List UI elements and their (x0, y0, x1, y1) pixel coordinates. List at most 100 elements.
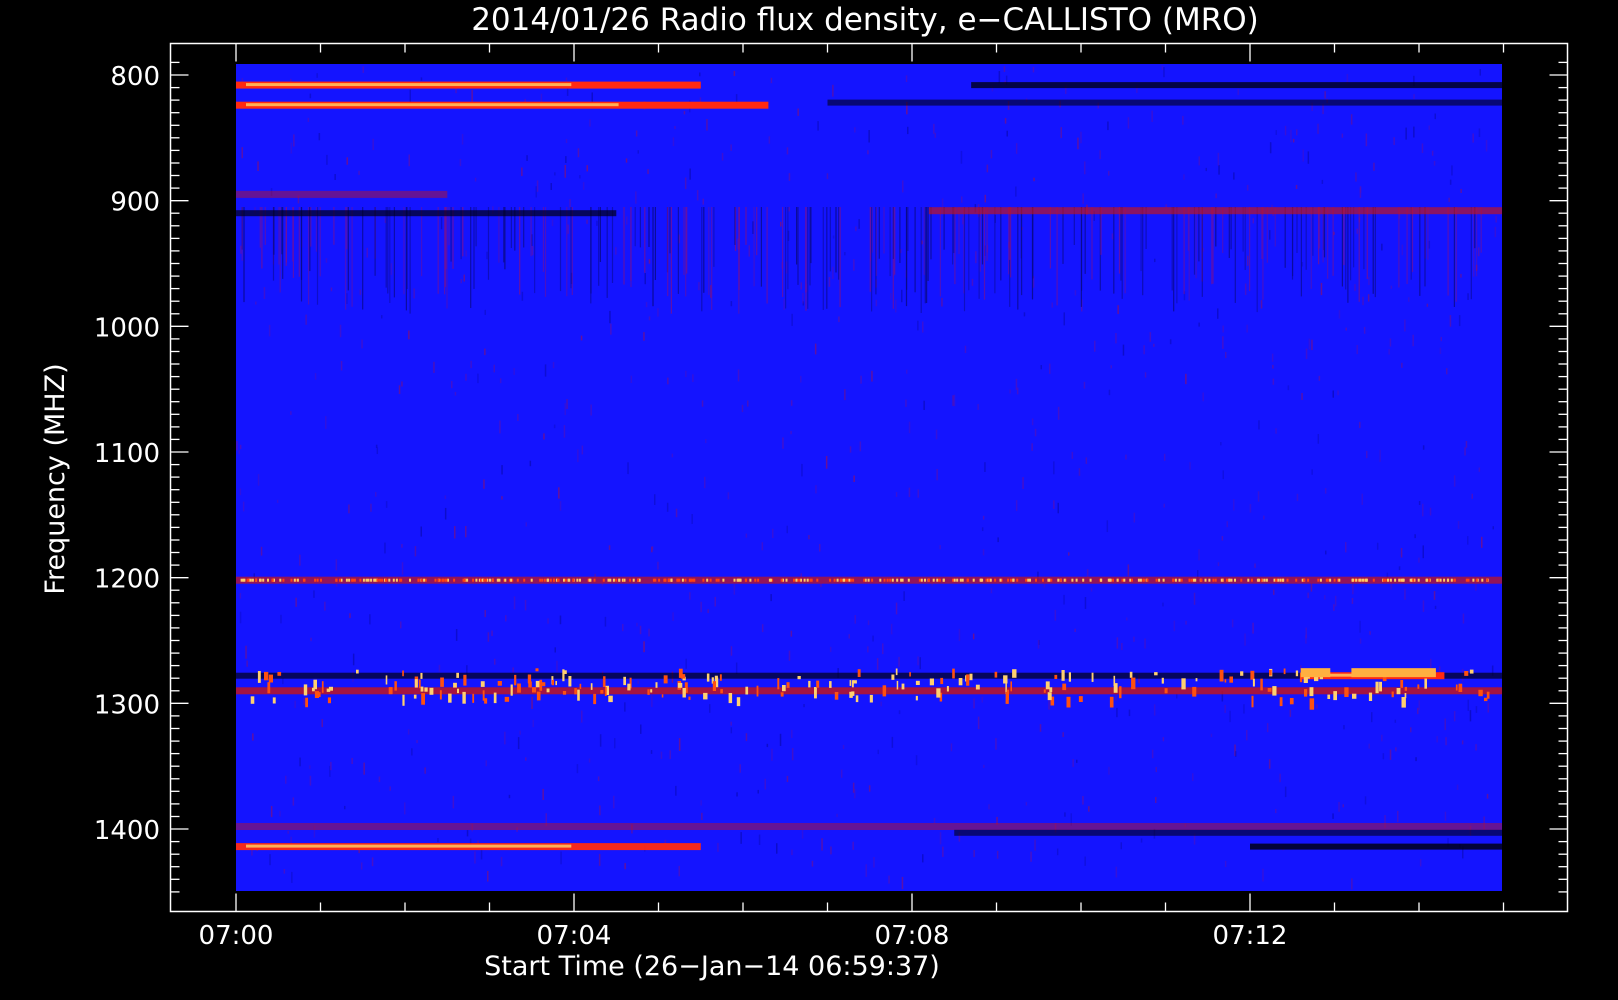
burst-speck (777, 678, 780, 690)
noise-speck (1295, 184, 1298, 189)
noise-speck (1254, 563, 1256, 568)
striation (487, 207, 490, 280)
noise-speck (770, 77, 773, 84)
burst-speck (1109, 696, 1114, 708)
burst-speck (981, 578, 984, 582)
noise-speck (1467, 293, 1469, 300)
noise-speck (416, 740, 418, 744)
noise-speck (790, 630, 793, 637)
burst-speck (1162, 578, 1165, 582)
noise-speck (691, 514, 693, 524)
burst-speck (536, 691, 541, 701)
striation (1140, 207, 1142, 272)
noise-speck (1173, 620, 1176, 632)
noise-speck (1078, 468, 1081, 476)
burst-speck (421, 693, 425, 705)
burst-speck (282, 578, 285, 582)
striation (1084, 207, 1086, 274)
burst-speck (849, 680, 852, 686)
striation (785, 207, 787, 309)
burst-speck (1327, 694, 1331, 699)
noise-speck (1192, 773, 1194, 782)
noise-speck (559, 615, 562, 625)
burst-speck (1016, 578, 1019, 582)
noise-speck (800, 282, 802, 290)
noise-speck (803, 704, 805, 708)
noise-speck (1338, 801, 1340, 812)
noise-speck (853, 259, 855, 271)
noise-speck (1419, 859, 1422, 867)
burst-speck (305, 697, 308, 708)
striation (1212, 207, 1214, 284)
noise-speck (854, 615, 856, 624)
noise-speck (1057, 502, 1059, 514)
burst-speck (516, 578, 519, 582)
burst-speck (834, 692, 839, 700)
noise-speck (1224, 860, 1227, 867)
noise-speck (1106, 520, 1109, 533)
burst-speck (555, 681, 557, 686)
burst-speck (1384, 578, 1387, 582)
burst-speck (1469, 669, 1474, 674)
noise-speck (1034, 428, 1037, 437)
noise-speck (1478, 467, 1481, 472)
burst-speck (541, 578, 544, 582)
burst-speck (607, 578, 610, 582)
noise-speck (1155, 767, 1157, 773)
noise-speck (1111, 233, 1114, 240)
burst-speck (738, 578, 741, 582)
noise-speck (1222, 325, 1224, 333)
striation (1374, 207, 1376, 298)
noise-speck (982, 515, 985, 520)
burst-speck (1059, 578, 1062, 582)
noise-speck (1198, 322, 1200, 327)
burst-speck (749, 578, 752, 582)
burst-speck (1355, 578, 1358, 582)
burst-speck (1391, 691, 1394, 698)
noise-speck (401, 562, 404, 575)
burst-speck (920, 578, 923, 582)
noise-speck (922, 854, 924, 863)
noise-speck (567, 224, 569, 234)
noise-speck (1461, 740, 1464, 745)
noise-speck (608, 545, 611, 550)
noise-speck (880, 701, 882, 707)
noise-speck (1337, 390, 1339, 396)
burst-speck (915, 695, 918, 701)
y-tick-label: 1300 (94, 690, 160, 720)
noise-speck (1359, 186, 1362, 193)
burst-speck (891, 578, 894, 582)
striation (677, 207, 679, 294)
burst-speck (365, 578, 368, 582)
noise-speck (460, 279, 462, 284)
noise-speck (1258, 420, 1260, 430)
noise-speck (252, 733, 254, 741)
burst-speck (1047, 578, 1050, 582)
striation (1020, 207, 1022, 259)
noise-speck (385, 501, 388, 508)
burst-speck (600, 690, 604, 694)
burst-speck (326, 688, 331, 692)
noise-speck (1467, 536, 1469, 545)
striation (782, 207, 784, 297)
noise-speck (1271, 353, 1274, 362)
striation (437, 207, 439, 294)
burst-speck (1129, 671, 1133, 678)
noise-speck (1083, 381, 1086, 389)
burst-speck (663, 675, 668, 684)
burst-speck (715, 578, 718, 582)
burst-speck (303, 578, 306, 582)
burst-speck (562, 691, 567, 695)
burst-speck (321, 681, 324, 693)
burst-speck (712, 681, 716, 691)
burst-speck (1174, 578, 1177, 582)
burst-speck (1131, 677, 1136, 690)
burst-speck (1240, 578, 1243, 582)
striation (686, 207, 688, 274)
noise-speck (1475, 744, 1477, 751)
noise-speck (1221, 536, 1224, 541)
noise-speck (1198, 549, 1200, 561)
noise-speck (362, 66, 364, 73)
burst-speck (1251, 695, 1254, 708)
burst-speck (1214, 578, 1217, 582)
